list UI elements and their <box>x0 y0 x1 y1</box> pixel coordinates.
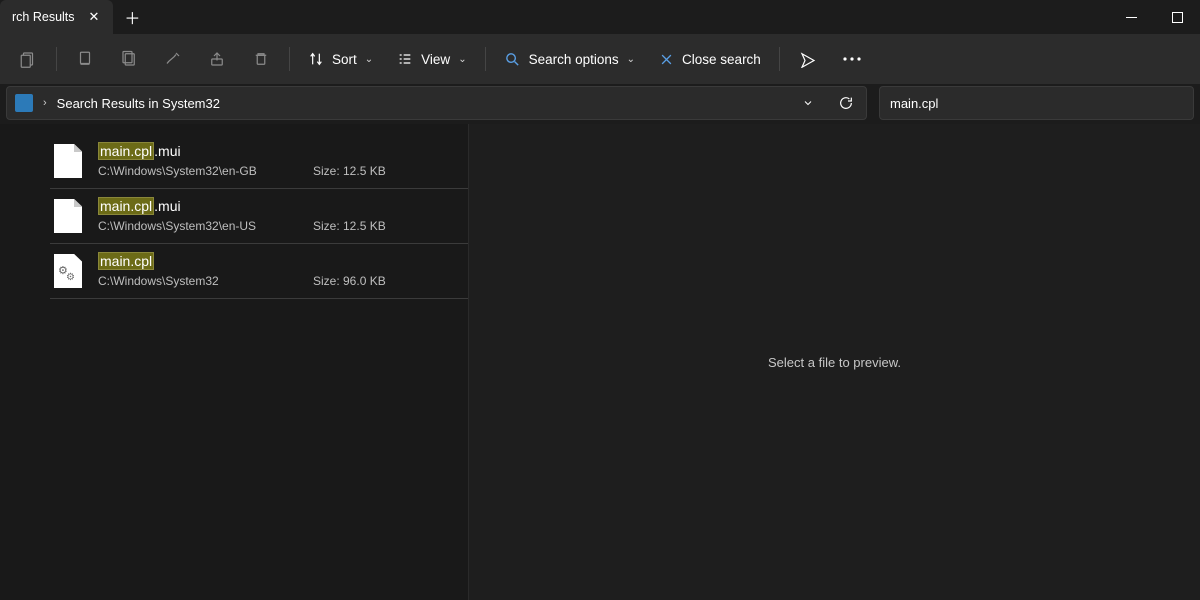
file-path: C:\Windows\System32\en-GB <box>98 164 283 178</box>
minimize-button[interactable] <box>1108 0 1154 34</box>
more-button[interactable] <box>830 40 874 78</box>
search-input[interactable] <box>890 96 1183 111</box>
location-icon <box>15 94 33 112</box>
file-icon <box>54 199 82 233</box>
tab-title: rch Results <box>12 10 75 24</box>
file-name: main.cpl.mui <box>98 142 464 160</box>
address-row: › Search Results in System32 <box>0 84 1200 124</box>
filter-icon <box>799 50 817 68</box>
sort-icon <box>308 51 324 67</box>
preview-placeholder: Select a file to preview. <box>768 355 901 370</box>
close-search-button[interactable]: Close search <box>647 40 773 78</box>
content-area: main.cpl.mui C:\Windows\System32\en-GB Siz… <box>0 124 1200 600</box>
file-size: Size: 12.5 KB <box>313 219 386 233</box>
delete-button <box>239 40 283 78</box>
file-size: Size: 12.5 KB <box>313 164 386 178</box>
file-name: main.cpl.mui <box>98 197 464 215</box>
search-highlight: main.cpl <box>98 142 154 160</box>
chevron-down-icon: ⌄ <box>365 54 373 65</box>
file-path: C:\Windows\System32 <box>98 274 283 288</box>
tab-search-results[interactable]: rch Results ✕ <box>0 0 113 34</box>
search-box[interactable] <box>879 86 1194 120</box>
close-search-label: Close search <box>682 52 761 67</box>
view-button[interactable]: View ⌄ <box>385 40 478 78</box>
chevron-right-icon: › <box>43 97 47 109</box>
address-bar[interactable]: › Search Results in System32 <box>6 86 867 120</box>
chevron-down-icon <box>802 97 814 109</box>
search-options-button[interactable]: Search options ⌄ <box>492 40 647 78</box>
file-icon <box>54 144 82 178</box>
refresh-button[interactable] <box>832 89 860 117</box>
view-label: View <box>421 52 450 67</box>
cut-button <box>63 40 107 78</box>
toolbar: Sort ⌄ View ⌄ Search options ⌄ Close sea… <box>0 34 1200 84</box>
close-icon <box>659 52 674 67</box>
result-item[interactable]: main.cpl C:\Windows\System32 Size: 96.0 KB <box>50 244 468 299</box>
copy-button <box>107 40 151 78</box>
sort-button[interactable]: Sort ⌄ <box>296 40 385 78</box>
search-highlight: main.cpl <box>98 252 154 270</box>
search-options-label: Search options <box>529 52 619 67</box>
maximize-button[interactable] <box>1154 0 1200 34</box>
chevron-down-icon: ⌄ <box>458 54 466 65</box>
new-item-button <box>6 40 50 78</box>
title-bar: rch Results ✕ ＋ <box>0 0 1200 34</box>
result-item[interactable]: main.cpl.mui C:\Windows\System32\en-US Siz… <box>50 189 468 244</box>
filter-button[interactable] <box>786 40 830 78</box>
file-size: Size: 96.0 KB <box>313 274 386 288</box>
search-highlight: main.cpl <box>98 197 154 215</box>
rename-button <box>151 40 195 78</box>
result-item[interactable]: main.cpl.mui C:\Windows\System32\en-GB Siz… <box>50 134 468 189</box>
file-path: C:\Windows\System32\en-US <box>98 219 283 233</box>
sort-label: Sort <box>332 52 357 67</box>
search-icon <box>504 51 521 68</box>
window-controls <box>1108 0 1200 34</box>
chevron-down-icon: ⌄ <box>627 54 635 65</box>
file-explorer-window: rch Results ✕ ＋ <box>0 0 1200 600</box>
breadcrumb: Search Results in System32 <box>57 96 220 111</box>
share-button <box>195 40 239 78</box>
results-list: main.cpl.mui C:\Windows\System32\en-GB Siz… <box>10 124 468 600</box>
new-tab-button[interactable]: ＋ <box>113 0 151 34</box>
refresh-icon <box>838 95 854 111</box>
close-tab-icon[interactable]: ✕ <box>85 7 104 27</box>
history-dropdown[interactable] <box>794 89 822 117</box>
preview-pane: Select a file to preview. <box>468 124 1200 600</box>
file-name: main.cpl <box>98 252 464 270</box>
control-panel-file-icon <box>54 254 82 288</box>
ellipsis-icon <box>843 57 861 61</box>
view-icon <box>397 51 413 67</box>
